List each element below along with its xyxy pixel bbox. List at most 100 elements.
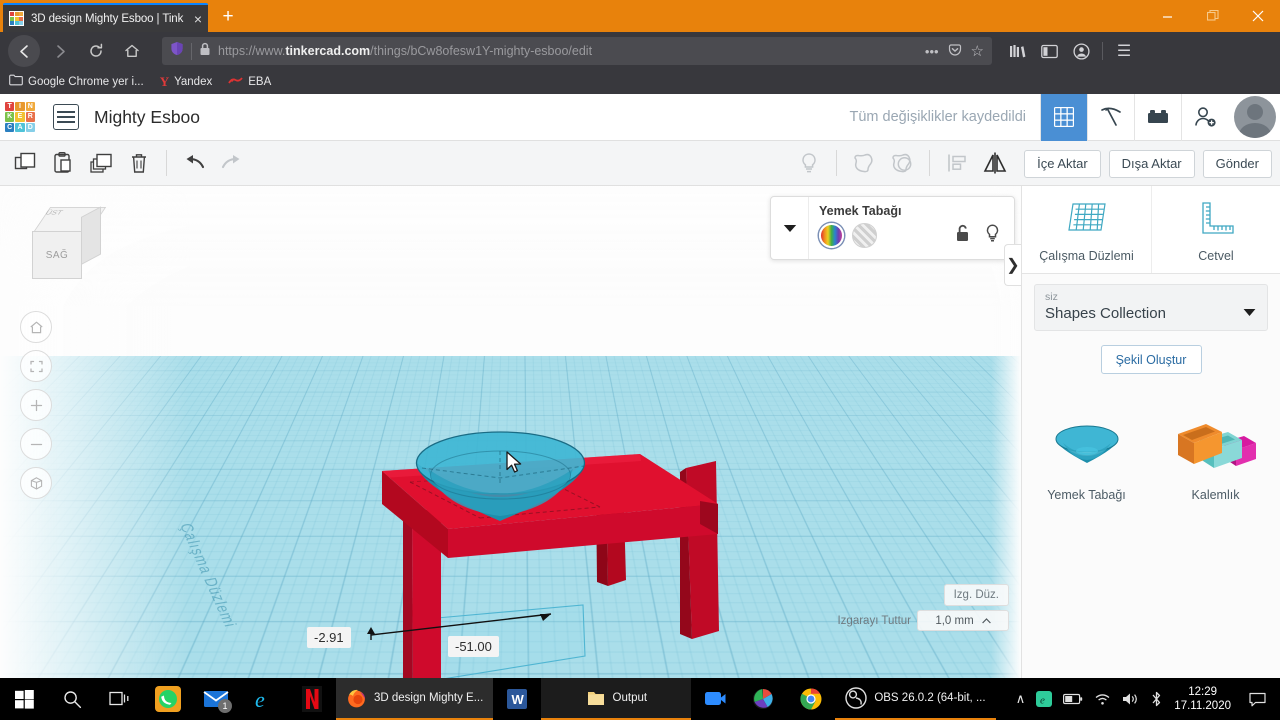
import-button[interactable]: İçe Aktar	[1024, 149, 1101, 178]
ortho-perspective-button[interactable]	[20, 467, 52, 499]
undo-arrow-icon[interactable]	[175, 146, 213, 180]
browser-tab[interactable]: 3D design Mighty Esboo | Tink ×	[3, 3, 208, 32]
shape-properties-popup[interactable]: Yemek Tabağı	[770, 196, 1015, 260]
measure-label-x[interactable]: -51.00	[448, 636, 499, 657]
taskbar-mail-icon[interactable]: 1	[192, 678, 240, 720]
bookmark-star-icon[interactable]: ☆	[971, 42, 984, 60]
address-bar[interactable]: https://www.tinkercad.com/things/bCw8ofe…	[162, 37, 992, 65]
duplicate-icon[interactable]	[82, 146, 120, 180]
pocket-icon[interactable]	[948, 43, 962, 60]
folder-icon	[9, 73, 23, 91]
fit-view-button[interactable]	[20, 350, 52, 382]
view-cube-right-face[interactable]	[81, 206, 101, 265]
home-view-button[interactable]	[20, 311, 52, 343]
bookmark-item-eba[interactable]: EBA	[228, 73, 271, 91]
taskbar-internet-explorer-icon[interactable]: e	[240, 678, 288, 720]
workplane-tool[interactable]: Çalışma Düzlemi	[1022, 186, 1151, 273]
tray-chevron-up-icon[interactable]: ∧	[1016, 691, 1026, 707]
speaker-icon[interactable]	[1122, 692, 1139, 706]
maximize-restore-button[interactable]	[1190, 0, 1235, 32]
svg-text:e: e	[255, 687, 265, 712]
taskbar-window-photos[interactable]	[739, 678, 787, 720]
unlock-icon[interactable]	[955, 224, 971, 247]
library-icon[interactable]	[1002, 36, 1032, 66]
shapes-collection-select[interactable]: siz Shapes Collection	[1034, 284, 1268, 331]
view-cube[interactable]: ÜST SAĞ	[26, 204, 107, 288]
reload-button[interactable]	[80, 35, 112, 67]
account-icon[interactable]	[1066, 36, 1096, 66]
url-text[interactable]: https://www.tinkercad.com/things/bCw8ofe…	[218, 44, 918, 58]
mirror-flip-icon[interactable]	[976, 146, 1014, 180]
taskbar-clock[interactable]: 12:29 17.11.2020	[1174, 685, 1231, 713]
brick-icon[interactable]	[1134, 93, 1181, 141]
notification-icon[interactable]	[1242, 692, 1272, 707]
snap-grid-select[interactable]: 1,0 mm	[917, 610, 1009, 631]
ungroup-shapes-icon[interactable]	[883, 146, 921, 180]
taskbar-window-obs[interactable]: OBS 26.0.2 (64-bit, ...	[835, 678, 996, 720]
task-view-icon[interactable]	[96, 678, 144, 720]
hamburger-menu-icon[interactable]: ☰	[1109, 36, 1139, 66]
battery-icon[interactable]	[1063, 693, 1083, 705]
taskbar-window-label: Output	[612, 692, 648, 704]
page-actions-icon[interactable]: •••	[925, 44, 939, 59]
taskbar-window-word[interactable]: W	[493, 678, 541, 720]
taskbar-whatsapp-icon[interactable]	[144, 678, 192, 720]
search-icon[interactable]	[48, 678, 96, 720]
copy-icon[interactable]	[6, 146, 44, 180]
paste-icon[interactable]	[44, 146, 82, 180]
panel-collapse-toggle[interactable]: ❯	[1004, 244, 1021, 286]
tinkercad-toolbar: İçe Aktar Dışa Aktar Gönder	[0, 141, 1280, 186]
view-cube-front-face[interactable]: SAĞ	[32, 231, 82, 279]
taskbar-window-chrome[interactable]	[787, 678, 835, 720]
back-button[interactable]	[8, 35, 40, 67]
blocks-grid-icon[interactable]	[1040, 93, 1087, 141]
list-menu-icon[interactable]	[53, 104, 79, 130]
zoom-in-button[interactable]	[20, 389, 52, 421]
forward-button[interactable]	[44, 35, 76, 67]
shield-icon[interactable]	[170, 41, 184, 61]
tinkercad-logo[interactable]: T I N K E R C A D	[5, 102, 35, 132]
taskbar-netflix-icon[interactable]	[288, 678, 336, 720]
windows-start-icon[interactable]	[0, 678, 48, 720]
document-title[interactable]: Mighty Esboo	[94, 107, 200, 128]
add-person-icon[interactable]	[1181, 93, 1228, 141]
grid-plane-button[interactable]: Izg. Düz.	[943, 584, 1009, 606]
shape-item-kalemlik[interactable]: Kalemlık	[1151, 402, 1280, 512]
shape-name-label: Yemek Tabağı	[819, 204, 902, 218]
send-button[interactable]: Gönder	[1202, 149, 1272, 178]
group-shapes-icon[interactable]	[845, 146, 883, 180]
align-icon[interactable]	[938, 146, 976, 180]
lock-icon[interactable]	[199, 42, 211, 61]
lightbulb-icon[interactable]	[790, 146, 828, 180]
taskbar-window-firefox[interactable]: 3D design Mighty E...	[336, 678, 494, 720]
export-button[interactable]: Dışa Aktar	[1108, 149, 1195, 178]
ruler-tool[interactable]: Cetvel	[1151, 186, 1280, 273]
hole-swatch[interactable]	[852, 223, 877, 248]
taskbar-window-zoom[interactable]	[691, 678, 739, 720]
pickaxe-icon[interactable]	[1087, 93, 1134, 141]
user-avatar[interactable]	[1234, 96, 1276, 138]
home-button[interactable]	[116, 35, 148, 67]
toolbar-right-buttons: İçe Aktar Dışa Aktar Gönder	[1024, 141, 1280, 186]
window-controls	[1145, 0, 1280, 32]
bookmark-item-google-chrome[interactable]: Google Chrome yer i...	[9, 73, 144, 91]
popup-collapse-caret[interactable]	[771, 197, 809, 259]
redo-arrow-icon[interactable]	[213, 146, 251, 180]
rainbow-color-swatch[interactable]	[819, 223, 844, 248]
sidebar-icon[interactable]	[1034, 36, 1064, 66]
wifi-icon[interactable]	[1094, 693, 1111, 706]
bookmark-item-yandex[interactable]: Y Yandex	[160, 74, 213, 90]
delete-trash-icon[interactable]	[120, 146, 158, 180]
taskbar-window-output[interactable]: Output	[541, 678, 692, 720]
close-window-button[interactable]	[1235, 0, 1280, 32]
lightbulb-icon[interactable]	[985, 224, 1000, 248]
zoom-out-button[interactable]	[20, 428, 52, 460]
close-tab-icon[interactable]: ×	[194, 12, 202, 26]
measure-label-y[interactable]: -2.91	[307, 627, 351, 648]
new-tab-button[interactable]: +	[216, 6, 240, 30]
bluetooth-icon[interactable]	[1150, 691, 1163, 707]
edge-icon[interactable]: e	[1036, 691, 1053, 707]
minimize-button[interactable]	[1145, 0, 1190, 32]
create-shape-button[interactable]: Şekil Oluştur	[1100, 345, 1202, 374]
shape-item-yemek-tabagi[interactable]: Yemek Tabağı	[1022, 402, 1151, 512]
